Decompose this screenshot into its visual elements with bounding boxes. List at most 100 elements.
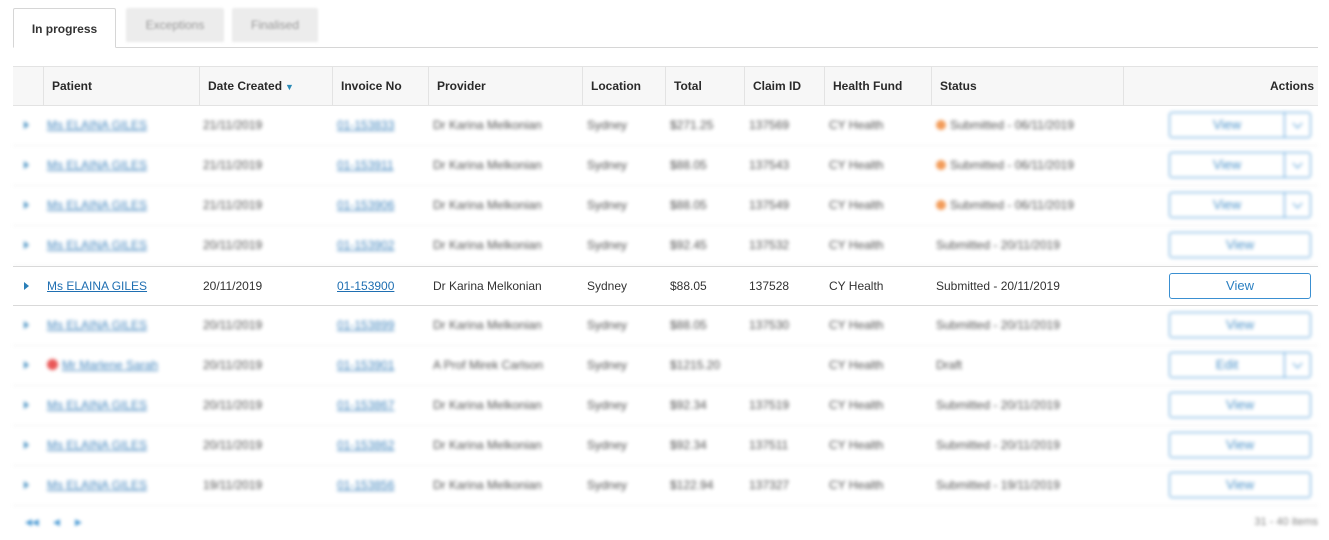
invoice-link[interactable]: 01-153901 xyxy=(337,358,394,372)
patient-cell: Ms ELAINA GILES xyxy=(47,226,147,265)
column-header-location[interactable]: Location xyxy=(582,67,665,105)
column-header-status[interactable]: Status xyxy=(931,67,1123,105)
table-row[interactable]: Ms ELAINA GILES 21/11/2019 01-153911 Dr Kar… xyxy=(13,146,1318,186)
patient-link[interactable]: Ms ELAINA GILES xyxy=(47,238,147,252)
more-actions-dropdown[interactable] xyxy=(1285,192,1311,218)
tab-in-progress[interactable]: In progress xyxy=(13,8,116,48)
table-row[interactable]: Ms ELAINA GILES 20/11/2019 01-153899 Dr Kar… xyxy=(13,306,1318,346)
invoice-link[interactable]: 01-153833 xyxy=(337,118,394,132)
invoice-link[interactable]: 01-153867 xyxy=(337,398,394,412)
expand-row-icon[interactable] xyxy=(24,401,29,409)
column-header-invoice-no[interactable]: Invoice No xyxy=(332,67,428,105)
previous-page-icon[interactable]: ◀ xyxy=(53,517,60,528)
health-fund-cell: CY Health xyxy=(829,478,884,492)
view-button[interactable]: View xyxy=(1169,232,1311,258)
expand-row-icon[interactable] xyxy=(24,441,29,449)
table-row[interactable]: Ms ELAINA GILES 20/11/2019 01-153900 Dr Kar… xyxy=(13,266,1318,306)
column-header-label: Patient xyxy=(52,79,93,93)
patient-link[interactable]: Ms ELAINA GILES xyxy=(47,279,147,293)
column-header-patient[interactable]: Patient xyxy=(43,67,199,105)
first-page-icon[interactable]: ◀◀ xyxy=(25,517,39,528)
view-button[interactable]: View xyxy=(1169,273,1311,299)
row-action-group: View xyxy=(1169,112,1311,138)
status-indicator-icon xyxy=(936,160,946,170)
view-button[interactable]: View xyxy=(1169,152,1285,178)
total-cell: $92.34 xyxy=(670,438,707,452)
invoice-link[interactable]: 01-153862 xyxy=(337,438,394,452)
chevron-down-icon xyxy=(1292,198,1303,209)
view-button[interactable]: View xyxy=(1169,112,1285,138)
health-fund-cell: CY Health xyxy=(829,279,884,293)
status-text: Submitted - 20/11/2019 xyxy=(936,238,1060,252)
patient-cell: Ms ELAINA GILES xyxy=(47,106,147,145)
patient-link[interactable]: Ms ELAINA GILES xyxy=(47,438,147,452)
invoice-link[interactable]: 01-153899 xyxy=(337,318,394,332)
status-text: Draft xyxy=(936,358,963,372)
patient-link[interactable]: Ms ELAINA GILES xyxy=(47,118,147,132)
more-actions-dropdown[interactable] xyxy=(1285,352,1311,378)
next-page-icon[interactable]: ▶ xyxy=(75,517,82,528)
column-header-label: Actions xyxy=(1269,79,1314,93)
expand-row-icon[interactable] xyxy=(24,201,29,209)
patient-link[interactable]: Mr Marlene Sarah xyxy=(62,358,158,372)
patient-link[interactable]: Ms ELAINA GILES xyxy=(47,318,147,332)
view-button[interactable]: View xyxy=(1169,472,1311,498)
patient-link[interactable]: Ms ELAINA GILES xyxy=(47,158,147,172)
column-header-date-created[interactable]: Date Created ▼ xyxy=(199,67,332,105)
status-text: Submitted - 20/11/2019 xyxy=(936,318,1060,332)
column-header-label: Health Fund xyxy=(833,79,903,93)
expand-row-icon[interactable] xyxy=(24,241,29,249)
health-fund-cell: CY Health xyxy=(829,238,884,252)
column-header-label: Total xyxy=(674,79,702,93)
patient-link[interactable]: Ms ELAINA GILES xyxy=(47,198,147,212)
view-button[interactable]: View xyxy=(1169,392,1311,418)
tab-exceptions[interactable]: Exceptions xyxy=(126,8,224,42)
column-header-provider[interactable]: Provider xyxy=(428,67,582,105)
edit-button[interactable]: Edit xyxy=(1169,352,1285,378)
table-row[interactable]: Mr Marlene Sarah 20/11/2019 01-153901 A Pro… xyxy=(13,346,1318,386)
invoice-link[interactable]: 01-153911 xyxy=(337,158,394,172)
table-row[interactable]: Ms ELAINA GILES 21/11/2019 01-153833 Dr Kar… xyxy=(13,106,1318,146)
tab-finalised[interactable]: Finalised xyxy=(232,8,318,42)
status-cell: Submitted - 06/11/2019 xyxy=(936,186,1074,225)
invoice-link[interactable]: 01-153856 xyxy=(337,478,394,492)
view-button[interactable]: View xyxy=(1169,192,1285,218)
view-button[interactable]: View xyxy=(1169,432,1311,458)
column-header-label: Date Created xyxy=(208,79,283,93)
expand-row-icon[interactable] xyxy=(24,282,29,290)
table-row[interactable]: Ms ELAINA GILES 20/11/2019 01-153862 Dr Kar… xyxy=(13,426,1318,466)
invoice-link[interactable]: 01-153902 xyxy=(337,238,394,252)
view-button[interactable]: View xyxy=(1169,312,1311,338)
patient-link[interactable]: Ms ELAINA GILES xyxy=(47,398,147,412)
total-cell: $88.05 xyxy=(670,158,707,172)
alert-flag-icon xyxy=(47,359,58,370)
patient-link[interactable]: Ms ELAINA GILES xyxy=(47,478,147,492)
table-row[interactable]: Ms ELAINA GILES 20/11/2019 01-153867 Dr Kar… xyxy=(13,386,1318,426)
column-header-total[interactable]: Total xyxy=(665,67,744,105)
more-actions-dropdown[interactable] xyxy=(1285,152,1311,178)
status-cell: Submitted - 19/11/2019 xyxy=(936,466,1060,505)
provider-cell: Dr Karina Melkonian xyxy=(433,198,542,212)
expand-row-icon[interactable] xyxy=(24,481,29,489)
grid-body: Ms ELAINA GILES 21/11/2019 01-153833 Dr Kar… xyxy=(13,106,1318,506)
invoice-cell: 01-153862 xyxy=(337,426,394,465)
row-action-group: View xyxy=(1169,392,1311,418)
expand-row-icon[interactable] xyxy=(24,121,29,129)
table-row[interactable]: Ms ELAINA GILES 21/11/2019 01-153906 Dr Kar… xyxy=(13,186,1318,226)
expand-row-icon[interactable] xyxy=(24,161,29,169)
table-row[interactable]: Ms ELAINA GILES 19/11/2019 01-153856 Dr Kar… xyxy=(13,466,1318,506)
total-cell: $88.05 xyxy=(670,279,707,293)
column-header-claim-id[interactable]: Claim ID xyxy=(744,67,824,105)
claim-id-cell: 137530 xyxy=(749,318,790,332)
expand-row-icon[interactable] xyxy=(24,361,29,369)
column-header-health-fund[interactable]: Health Fund xyxy=(824,67,931,105)
total-cell: $88.05 xyxy=(670,318,707,332)
expand-row-icon[interactable] xyxy=(24,321,29,329)
invoice-link[interactable]: 01-153900 xyxy=(337,279,394,293)
invoice-link[interactable]: 01-153906 xyxy=(337,198,394,212)
date-created-cell: 21/11/2019 xyxy=(203,158,263,172)
table-row[interactable]: Ms ELAINA GILES 20/11/2019 01-153902 Dr Kar… xyxy=(13,226,1318,266)
status-text: Submitted - 06/11/2019 xyxy=(950,198,1074,212)
more-actions-dropdown[interactable] xyxy=(1285,112,1311,138)
status-cell: Draft xyxy=(936,346,962,385)
